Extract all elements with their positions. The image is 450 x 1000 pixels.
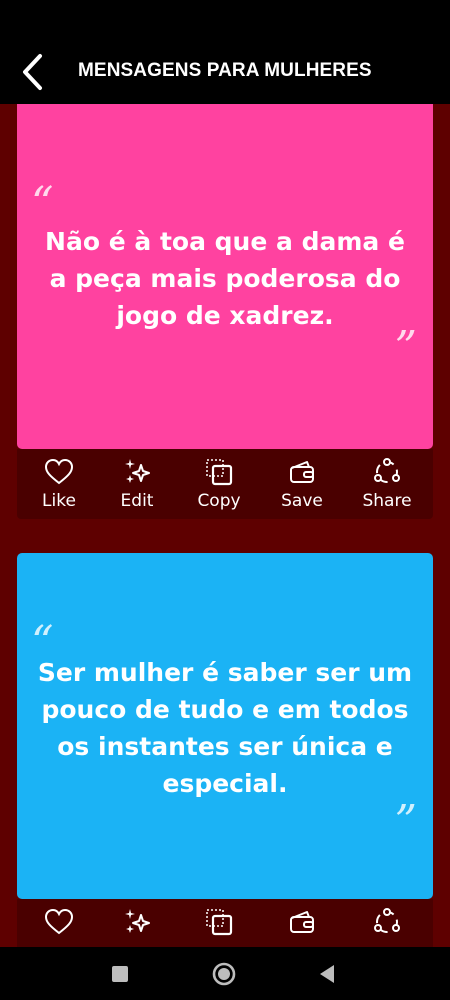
- back-button[interactable]: [14, 50, 50, 94]
- close-quote-mark: ”: [394, 322, 418, 373]
- sparkles-icon: [125, 909, 150, 933]
- page-title: MENSAGENS PARA MULHERES: [78, 60, 372, 81]
- share-label: Share: [362, 491, 412, 511]
- copy-button[interactable]: [184, 899, 254, 947]
- wallet-icon: [290, 461, 314, 483]
- card-actions: [17, 899, 433, 947]
- back-icon: [320, 965, 334, 983]
- copy-label: Copy: [197, 491, 241, 511]
- copy-button[interactable]: Copy: [184, 449, 254, 519]
- sparkles-icon: [125, 459, 150, 483]
- message-list[interactable]: “ Não é à toa que a dama é a peça mais p…: [0, 104, 450, 947]
- like-label: Like: [42, 491, 76, 511]
- share-icon: [374, 458, 400, 483]
- edit-button[interactable]: [102, 899, 172, 947]
- share-button[interactable]: Share: [352, 449, 422, 519]
- like-button[interactable]: [24, 899, 94, 947]
- save-button[interactable]: Save: [267, 449, 337, 519]
- save-label: Save: [281, 491, 323, 511]
- system-back-button[interactable]: [310, 957, 344, 991]
- close-quote-mark: ”: [394, 796, 418, 847]
- share-icon: [374, 908, 400, 933]
- wallet-icon: [290, 911, 314, 933]
- message-text: Não é à toa que a dama é a peça mais pod…: [45, 227, 405, 330]
- app-bar: MENSAGENS PARA MULHERES: [0, 0, 450, 104]
- home-icon: [212, 962, 236, 986]
- back-arrow-icon: [23, 54, 42, 90]
- message-card[interactable]: “ Ser mulher é saber ser um pouco de tud…: [17, 553, 433, 899]
- copy-icon: [206, 459, 233, 486]
- system-nav-bar: [0, 947, 450, 1000]
- heart-icon: [44, 908, 74, 935]
- message-card[interactable]: “ Não é à toa que a dama é a peça mais p…: [17, 104, 433, 449]
- save-button[interactable]: [267, 899, 337, 947]
- recents-icon: [112, 966, 128, 982]
- open-quote-mark: “: [31, 178, 54, 229]
- edit-label: Edit: [120, 491, 154, 511]
- like-button[interactable]: Like: [24, 449, 94, 519]
- heart-icon: [44, 458, 74, 485]
- copy-icon: [206, 909, 233, 936]
- home-button[interactable]: [207, 957, 241, 991]
- message-text: Ser mulher é saber ser um pouco de tudo …: [37, 658, 413, 798]
- edit-button[interactable]: Edit: [102, 449, 172, 519]
- card-actions: Like Edit Copy Save Share: [17, 449, 433, 519]
- recents-button[interactable]: [103, 957, 137, 991]
- share-button[interactable]: [352, 899, 422, 947]
